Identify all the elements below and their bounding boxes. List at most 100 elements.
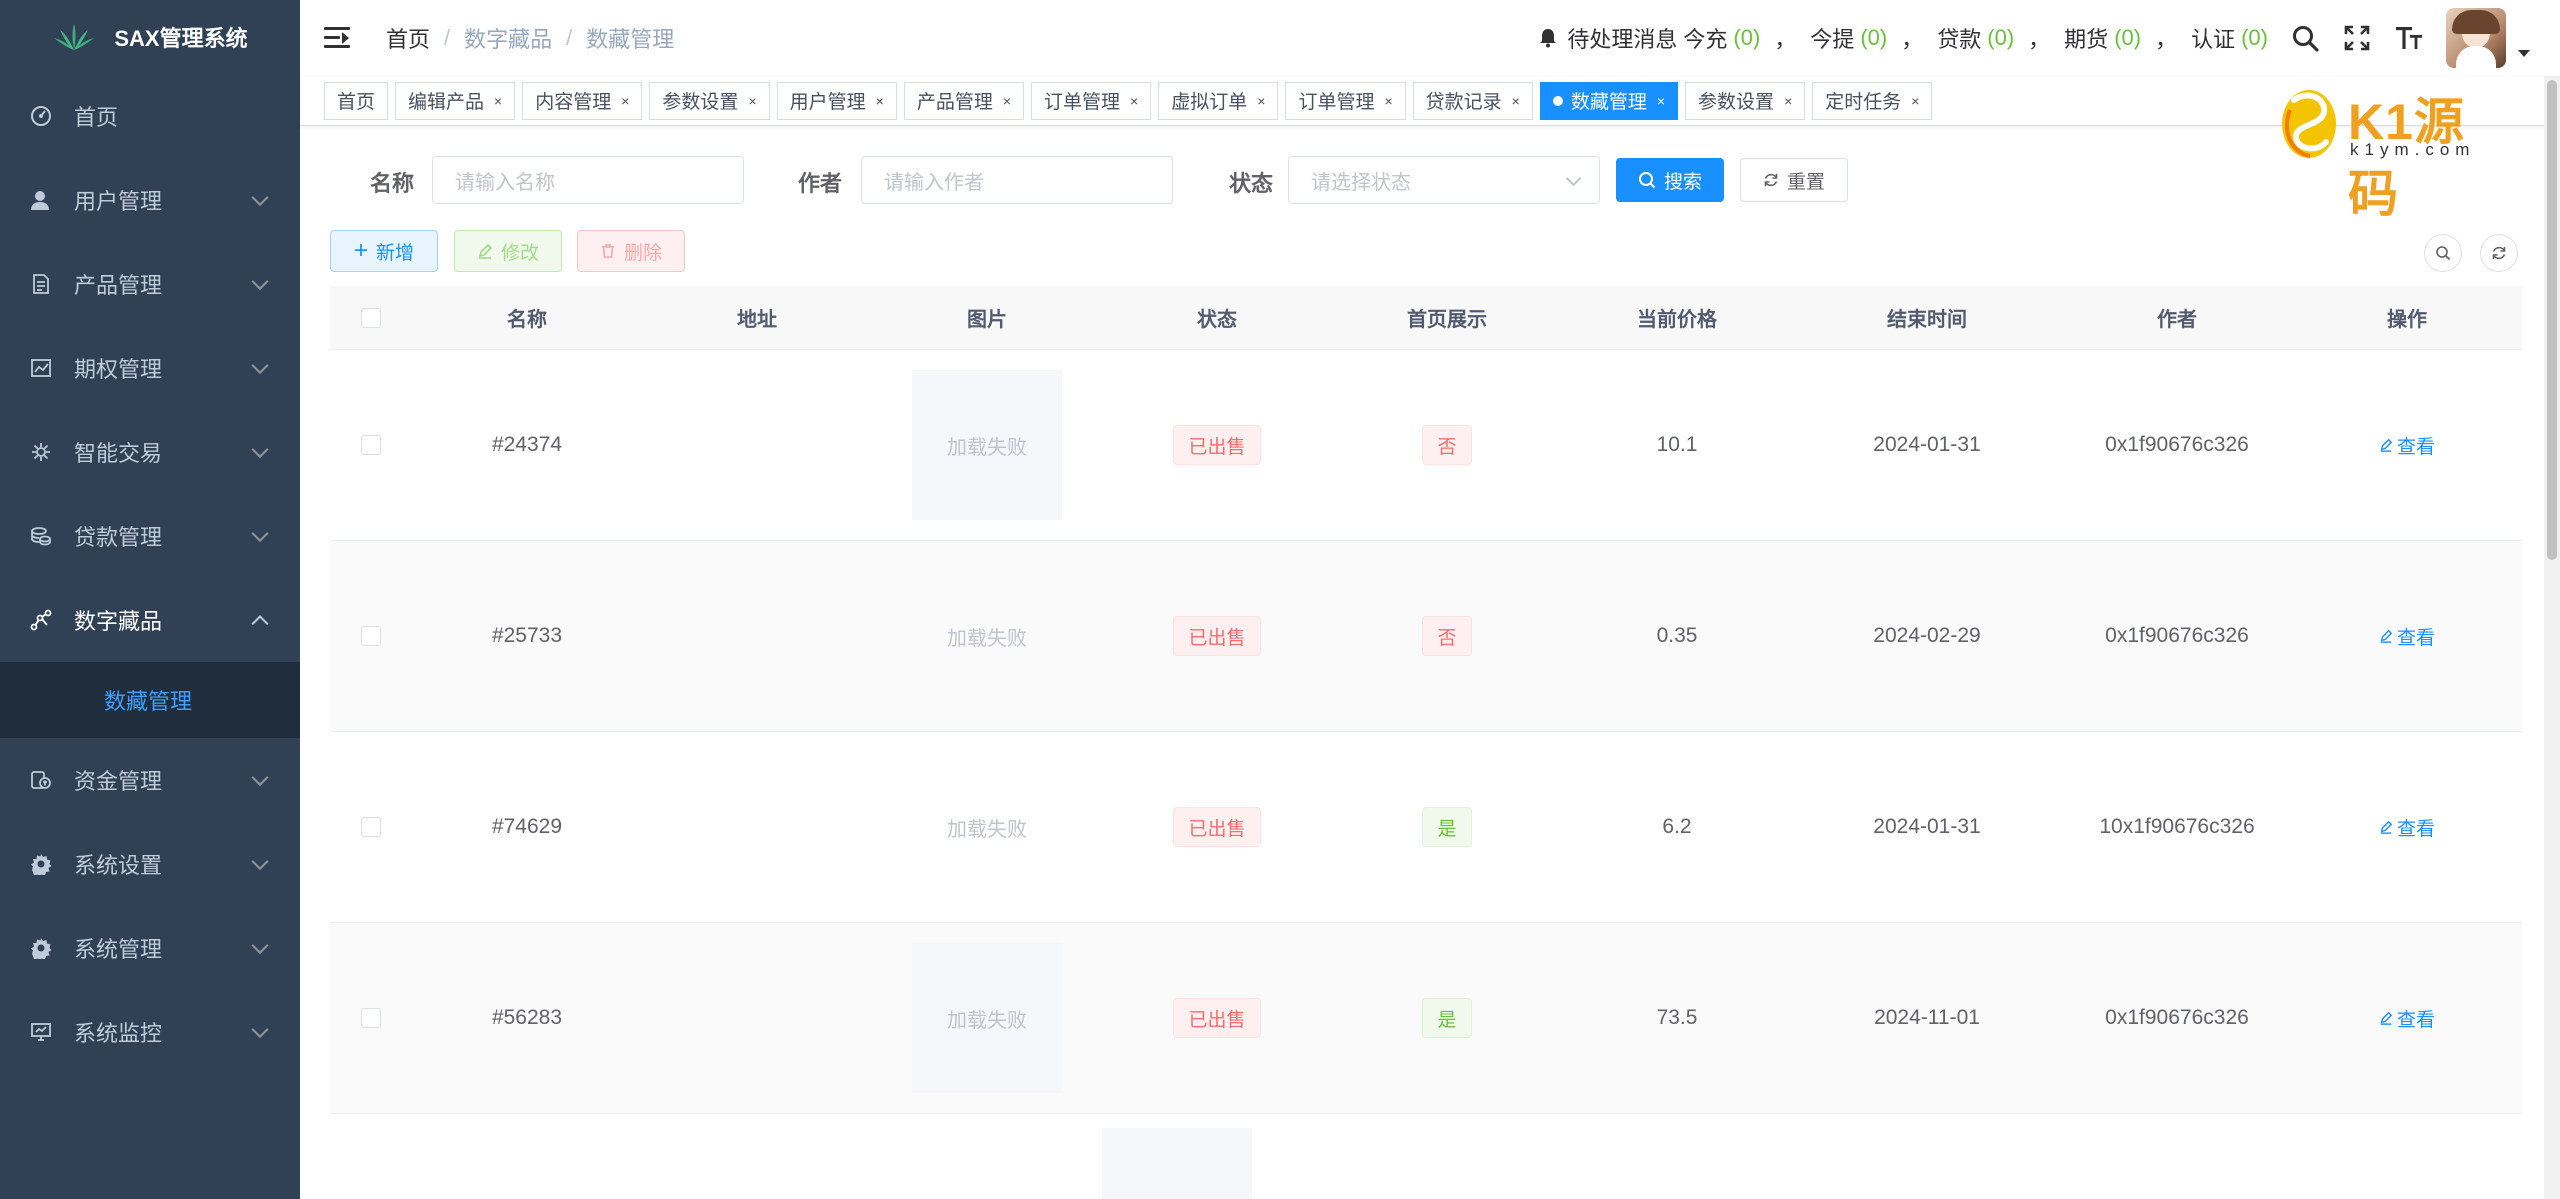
column-header-image: 图片 [967, 309, 1007, 331]
close-icon[interactable]: × [876, 93, 884, 109]
reset-button[interactable]: 重置 [1740, 158, 1848, 202]
tag-item[interactable]: 订单管理 × [1285, 81, 1406, 120]
sidebar-item-label: 系统管理 [74, 937, 163, 962]
tag-item[interactable]: 虚拟订单 × [1158, 81, 1279, 120]
tag-item[interactable]: 定时任务 × [1812, 81, 1933, 120]
cell-home-display: 否 [1332, 541, 1562, 731]
edit-icon [2380, 820, 2393, 834]
breadcrumb-item-home[interactable]: 首页 [386, 22, 430, 54]
search-button[interactable]: 搜索 [1616, 158, 1724, 202]
pending-notice[interactable]: 待处理消息 今充 (0)，今提 (0)，贷款 (0)，期货 (0)，认证 (0) [1539, 22, 2268, 54]
delete-button[interactable]: 删除 [577, 230, 685, 272]
sidebar-item[interactable]: 首页 [0, 74, 300, 158]
breadcrumb-separator: / [566, 25, 573, 50]
cell-home-display: 否 [1332, 350, 1562, 540]
font-size-icon[interactable] [2394, 23, 2424, 53]
sidebar-item[interactable]: 数字藏品 [0, 578, 300, 662]
notice-prefix: 待处理消息 [1567, 27, 1678, 52]
row-checkbox-cell [330, 350, 412, 540]
sidebar-item[interactable]: 系统管理 [0, 906, 300, 990]
cell-address [642, 732, 872, 922]
close-icon[interactable]: × [1003, 93, 1011, 109]
tag-item[interactable]: 订单管理 × [1031, 81, 1152, 120]
view-link[interactable]: 查看 [2379, 1005, 2435, 1032]
author-input[interactable]: 请输入作者 [861, 156, 1173, 204]
cell-price: 10.1 [1656, 433, 1698, 456]
select-all-checkbox[interactable] [361, 307, 381, 328]
refresh-table-button[interactable] [2480, 234, 2518, 272]
sidebar-item[interactable]: 用户管理 [0, 158, 300, 242]
view-link[interactable]: 查看 [2379, 814, 2435, 841]
sidebar-item[interactable]: 智能交易 [0, 410, 300, 494]
row-checkbox[interactable] [361, 1008, 381, 1028]
row-checkbox[interactable] [361, 626, 381, 646]
caret-down-icon[interactable] [2518, 49, 2530, 57]
sidebar-item[interactable]: 资金管理 [0, 738, 300, 822]
scrollbar[interactable] [2544, 76, 2560, 1199]
toggle-search-button[interactable] [2424, 234, 2462, 272]
close-icon[interactable]: × [1257, 93, 1265, 109]
table-header: 名称 地址 图片 状态 首页展示 当前价格 结束时间 作者 操作 [330, 286, 2522, 350]
edit-icon [2380, 1011, 2393, 1025]
tag-item[interactable]: 内容管理 × [522, 81, 643, 120]
row-checkbox[interactable] [361, 817, 381, 837]
edit-icon [2380, 438, 2393, 452]
status-select[interactable]: 请选择状态 [1288, 156, 1600, 204]
close-icon[interactable]: × [1130, 93, 1138, 109]
name-input[interactable]: 请输入名称 [432, 156, 744, 204]
row-checkbox[interactable] [361, 435, 381, 455]
scrollbar-thumb[interactable] [2547, 80, 2557, 560]
close-icon[interactable]: × [1512, 93, 1520, 109]
leaf-logo-icon [54, 24, 95, 50]
chevron-down-icon [251, 853, 269, 871]
document-icon [30, 273, 52, 295]
home-display-badge: 是 [1422, 807, 1472, 847]
close-icon[interactable]: × [621, 93, 629, 109]
sidebar-item[interactable]: 贷款管理 [0, 494, 300, 578]
sidebar-item[interactable]: 产品管理 [0, 242, 300, 326]
sidebar-subitem[interactable]: 数藏管理 [0, 662, 300, 738]
cell-name: #24374 [491, 433, 563, 456]
tag-item[interactable]: 贷款记录 × [1412, 81, 1533, 120]
sidebar-item-label: 用户管理 [74, 189, 163, 214]
close-icon[interactable]: × [494, 93, 502, 109]
tag-item[interactable]: 编辑产品 × [395, 81, 516, 120]
status-badge: 已出售 [1173, 616, 1261, 656]
logo[interactable]: SAX管理系统 [0, 0, 300, 74]
hamburger-icon[interactable] [324, 27, 350, 49]
sidebar-item[interactable]: 系统监控 [0, 990, 300, 1074]
edit-button[interactable]: 修改 [454, 230, 562, 272]
sidebar-item[interactable]: 系统设置 [0, 822, 300, 906]
tag-item[interactable]: 产品管理 × [903, 81, 1025, 120]
table-row[interactable]: #24374 加载失败 已出售 否 10.1 2024-01-31 0x1f90676c32… [330, 350, 2522, 541]
table-row[interactable]: #74629 加载失败 已出售 是 6.2 2024-01-31 10x1f90676c32… [330, 732, 2522, 923]
close-icon[interactable]: × [1784, 93, 1792, 109]
cell-author: 10x1f90676c326 [2099, 815, 2255, 838]
close-icon[interactable]: × [1657, 93, 1665, 109]
tag-label: 订单管理 [1044, 92, 1121, 113]
sidebar-item-label: 首页 [74, 105, 119, 130]
tag-item[interactable]: 数藏管理 × [1539, 81, 1679, 120]
view-link[interactable]: 查看 [2379, 623, 2435, 650]
table-row[interactable] [330, 1114, 2522, 1199]
sidebar-item[interactable]: 期权管理 [0, 326, 300, 410]
close-icon[interactable]: × [1911, 93, 1919, 109]
table-row[interactable]: #56283 加载失败 已出售 是 73.5 2024-11-01 0x1f90676c32… [330, 923, 2522, 1114]
row-checkbox-cell [330, 541, 412, 731]
close-icon[interactable]: × [1384, 93, 1392, 109]
fullscreen-icon[interactable] [2342, 23, 2372, 53]
search-icon[interactable] [2290, 23, 2320, 53]
notice-label: 认证 [2191, 27, 2236, 52]
close-icon[interactable]: × [748, 93, 756, 109]
tag-item[interactable]: 用户管理 × [776, 81, 897, 120]
tag-label: 首页 [337, 92, 376, 113]
tag-item[interactable]: 首页 [324, 81, 389, 120]
tag-item[interactable]: 参数设置 × [1685, 81, 1806, 120]
view-link[interactable]: 查看 [2379, 432, 2435, 459]
add-button[interactable]: + 新增 [330, 230, 438, 272]
k1-logo-icon [2282, 90, 2336, 158]
edit-icon [478, 243, 493, 259]
table-row[interactable]: #25733 加载失败 已出售 否 0.35 2024-02-29 0x1f90676c32… [330, 541, 2522, 732]
tag-item[interactable]: 参数设置 × [649, 81, 770, 120]
avatar[interactable] [2446, 8, 2506, 68]
